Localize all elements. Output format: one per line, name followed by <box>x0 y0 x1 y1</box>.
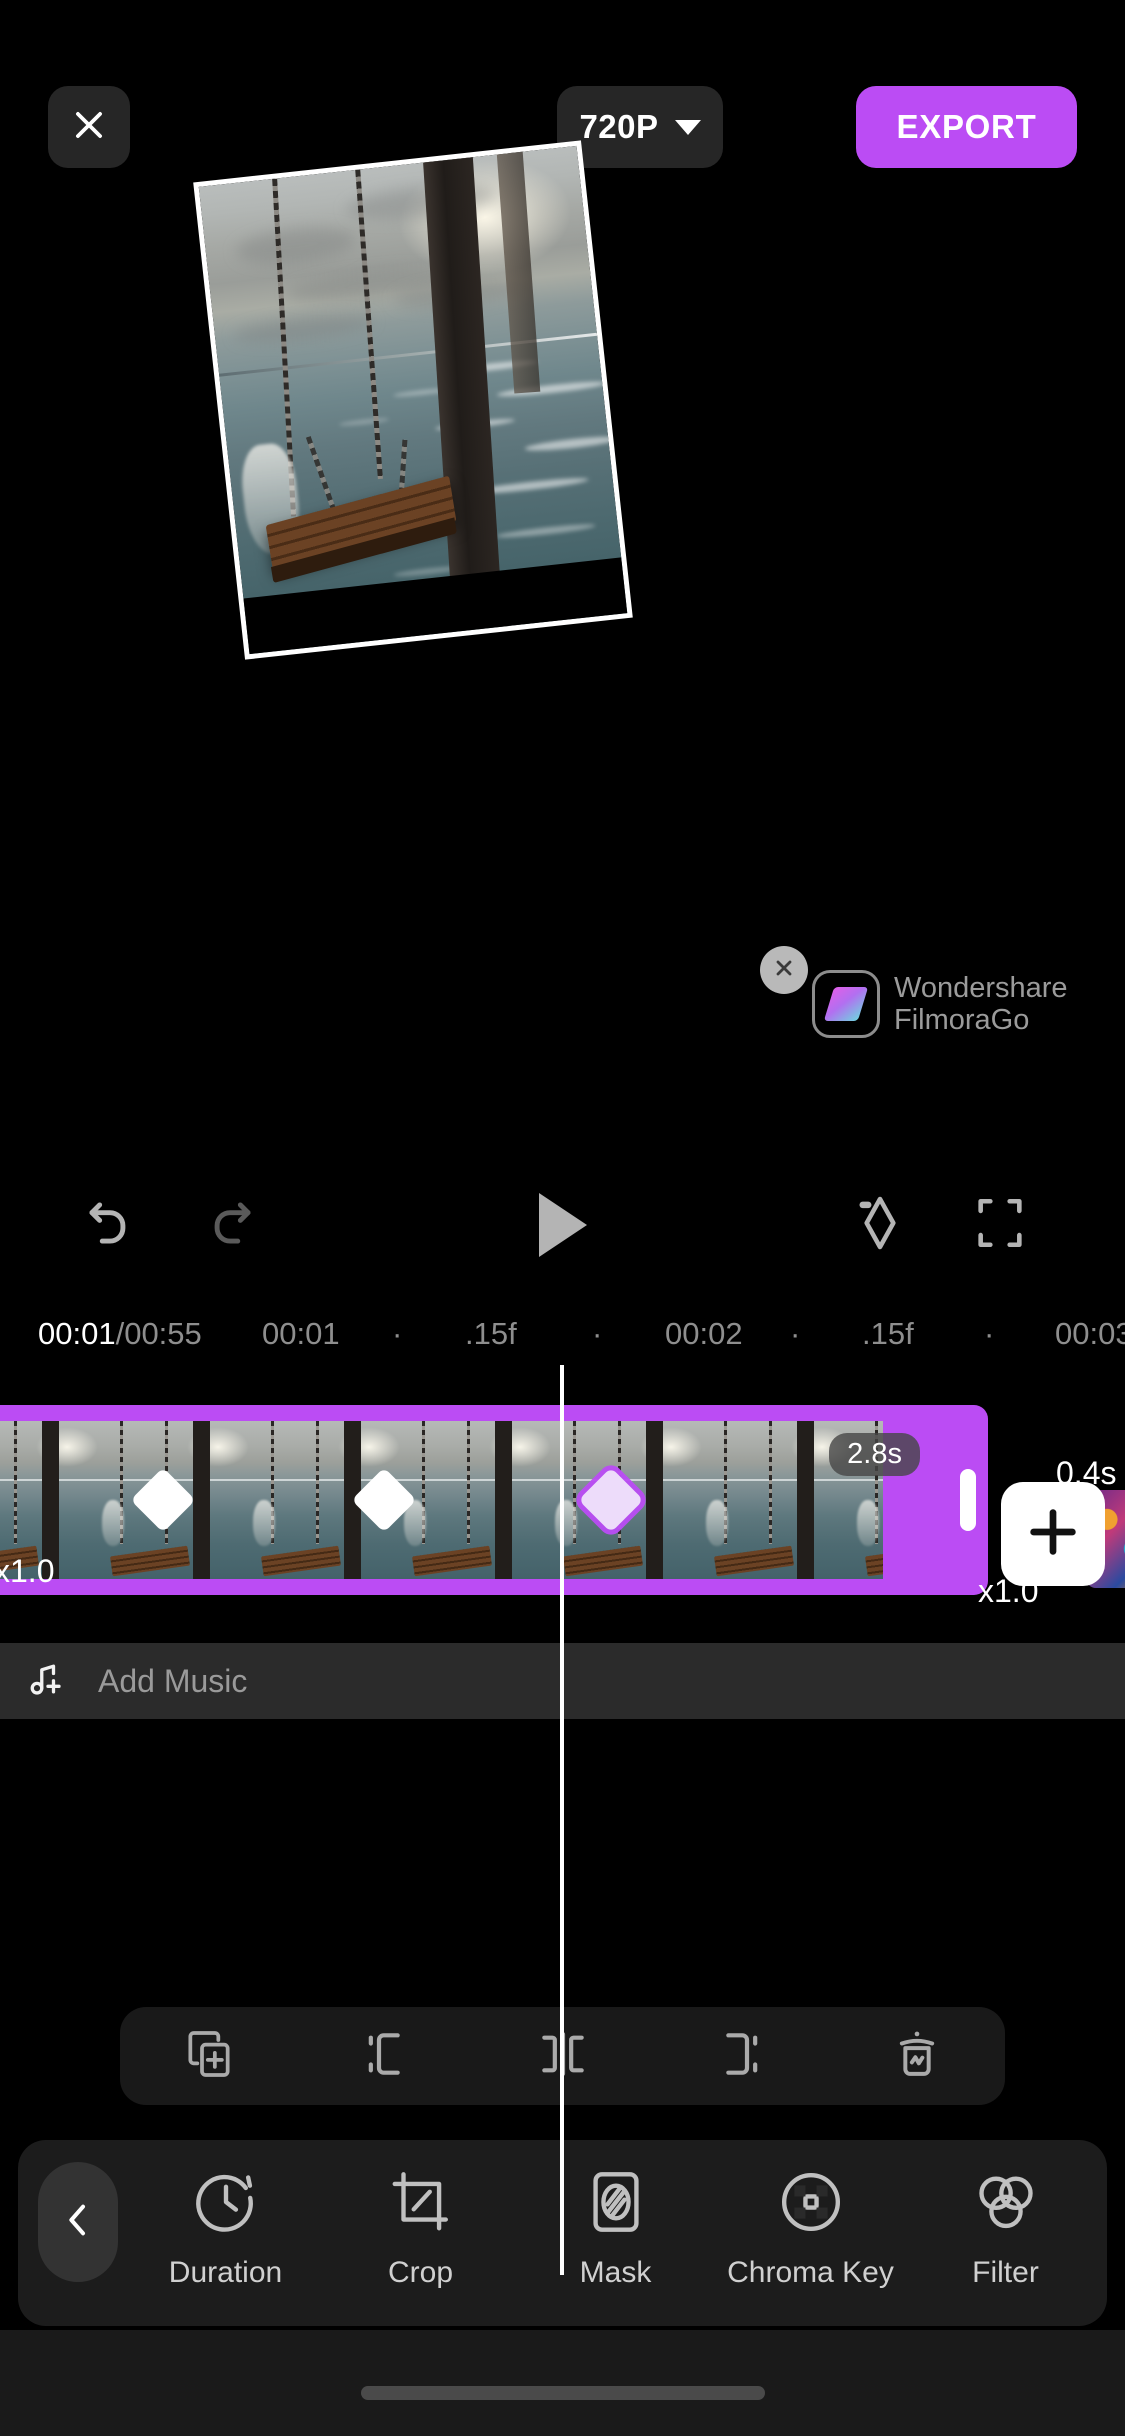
bottom-tool-items: Duration Crop Mask Chroma Key Filter <box>128 2154 1103 2314</box>
watermark-text: Wondershare FilmoraGo <box>894 972 1068 1037</box>
trim-left-icon <box>358 2026 414 2087</box>
duplicate-icon <box>181 2026 237 2087</box>
total-time: 00:55 <box>124 1316 202 1351</box>
ruler-tick: .15f <box>465 1316 517 1351</box>
tool-label: Mask <box>579 2256 652 2289</box>
undo-button[interactable] <box>65 1180 155 1270</box>
tool-label: Duration <box>168 2256 283 2289</box>
plus-icon <box>1022 1501 1084 1568</box>
mask-icon <box>578 2164 654 2240</box>
current-time: 00:01 <box>38 1316 116 1351</box>
redo-icon <box>199 1192 261 1259</box>
ruler-tick: · <box>392 1316 403 1351</box>
music-note-plus-icon <box>26 1657 70 1706</box>
close-icon <box>70 106 108 149</box>
resolution-label: 720P <box>579 108 659 145</box>
keyframe-button[interactable] <box>835 1180 925 1270</box>
watermark-close-button[interactable] <box>760 946 808 994</box>
time-separator: / <box>115 1316 125 1351</box>
tool-crop[interactable]: Crop <box>326 2154 516 2290</box>
ruler-tick: 00:02 <box>665 1316 743 1351</box>
clip-duration-badge: 2.8s <box>829 1433 920 1476</box>
duplicate-button[interactable] <box>149 2007 269 2105</box>
chroma-key-icon <box>773 2164 849 2240</box>
filter-icon <box>968 2164 1044 2240</box>
chevron-left-icon <box>58 2200 98 2245</box>
add-music-label: Add Music <box>98 1662 248 1699</box>
watermark-line-2: FilmoraGo <box>894 1004 1030 1036</box>
delete-button[interactable] <box>857 2007 977 2105</box>
ruler-tick: · <box>984 1316 995 1351</box>
tool-label: Chroma Key <box>727 2256 894 2289</box>
undo-icon <box>79 1192 141 1259</box>
tool-label: Crop <box>387 2256 454 2289</box>
watermark: Wondershare FilmoraGo <box>760 946 1068 1038</box>
redo-button[interactable] <box>185 1180 275 1270</box>
tool-label: Filter <box>972 2256 1039 2289</box>
ruler-tick: 00:01 <box>262 1316 340 1351</box>
trim-right-button[interactable] <box>680 2007 800 2105</box>
add-clip-button[interactable] <box>1001 1482 1105 1586</box>
home-indicator[interactable] <box>360 2386 765 2400</box>
ruler-tick: · <box>592 1316 603 1351</box>
tool-mask[interactable]: Mask <box>521 2154 711 2290</box>
close-icon <box>772 956 796 985</box>
ruler-tick: · <box>790 1316 801 1351</box>
fullscreen-icon <box>971 1194 1029 1257</box>
trim-right-icon <box>712 2026 768 2087</box>
ruler-tick: .15f <box>862 1316 914 1351</box>
video-frame-image <box>198 140 628 655</box>
crop-icon <box>383 2164 459 2240</box>
clip-thumbnail <box>401 1421 552 1579</box>
play-icon <box>539 1193 587 1257</box>
playhead[interactable] <box>560 1365 564 2275</box>
fullscreen-button[interactable] <box>955 1180 1045 1270</box>
video-preview-frame[interactable] <box>193 140 633 660</box>
play-button[interactable] <box>518 1180 608 1270</box>
export-label: EXPORT <box>896 108 1037 145</box>
trim-left-button[interactable] <box>326 2007 446 2105</box>
video-preview-area[interactable]: Wondershare FilmoraGo <box>0 140 1125 1038</box>
back-button[interactable] <box>38 2162 118 2282</box>
watermark-line-1: Wondershare <box>894 971 1068 1004</box>
tool-duration[interactable]: Duration <box>131 2154 321 2290</box>
trash-icon <box>889 2026 945 2087</box>
tool-chroma-key[interactable]: Chroma Key <box>716 2154 906 2290</box>
filmorago-logo-icon <box>812 970 880 1038</box>
clip-speed-label: x1.0 <box>0 1553 55 1589</box>
tool-filter[interactable]: Filter <box>911 2154 1101 2290</box>
chevron-down-icon <box>674 119 701 135</box>
system-nav-background <box>0 2330 1125 2436</box>
keyframe-diamond-icon <box>848 1191 912 1260</box>
timeline-ruler[interactable]: 00:01/00:55 00:01 · .15f · 00:02 · .15f · 00:03 <box>0 1316 1125 1362</box>
clip-trim-handle-right[interactable] <box>960 1469 976 1531</box>
ruler-tick: 00:03 <box>1055 1316 1125 1351</box>
playback-controls <box>0 1180 1125 1270</box>
time-readout: 00:01/00:55 <box>38 1316 202 1352</box>
clock-icon <box>188 2164 264 2240</box>
